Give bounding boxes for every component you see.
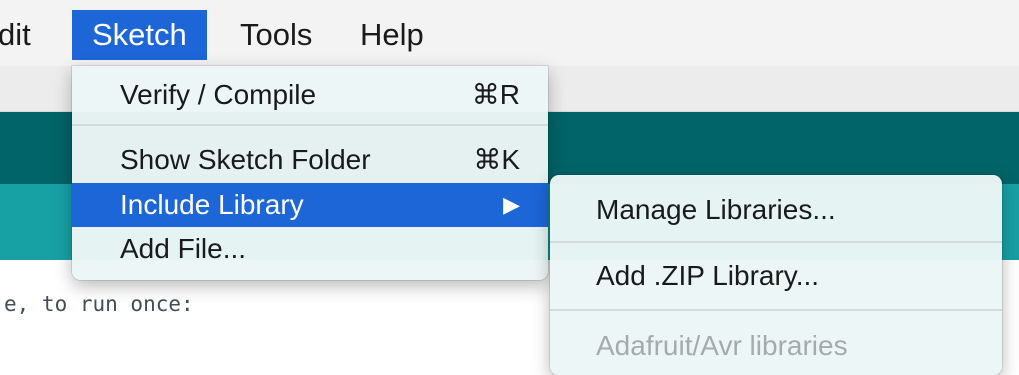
submenu-item-label: Add .ZIP Library... [596,260,820,291]
shortcut-label: ⌘R [471,79,520,110]
submenu-item-label: Adafruit/Avr libraries [596,330,848,361]
menu-help[interactable]: Help [360,10,424,60]
submenu-item-label: Manage Libraries... [596,194,836,225]
menu-item-label: Include Library [120,189,304,220]
menu-item-show-sketch-folder[interactable]: Show Sketch Folder ⌘K [72,137,548,183]
menu-item-label: Verify / Compile [120,79,317,110]
menu-separator [72,124,548,126]
menu-bar: dit Sketch Tools Help [0,0,1019,66]
menu-item-label: Show Sketch Folder [120,144,371,175]
menu-separator [550,309,1002,311]
menu-edit[interactable]: dit [0,10,31,60]
code-line: e, to run once: [4,292,194,316]
submenu-item-adafruit-avr-libraries: Adafruit/Avr libraries [550,319,1002,373]
submenu-item-manage-libraries[interactable]: Manage Libraries... [550,183,1002,237]
menu-item-include-library[interactable]: Include Library ▶ [72,183,548,227]
sketch-menu: Verify / Compile ⌘R Show Sketch Folder ⌘… [72,66,548,280]
submenu-item-add-zip-library[interactable]: Add .ZIP Library... [550,249,1002,303]
menu-sketch[interactable]: Sketch [72,10,207,60]
shortcut-label: ⌘K [473,144,520,175]
menu-item-label: Add File... [120,233,247,264]
menu-item-verify-compile[interactable]: Verify / Compile ⌘R [72,72,548,118]
include-library-submenu: Manage Libraries... Add .ZIP Library... … [550,175,1002,375]
menu-item-add-file[interactable]: Add File... [72,227,548,271]
menu-tools[interactable]: Tools [240,10,312,60]
menu-separator [550,241,1002,243]
submenu-arrow-icon: ▶ [503,192,520,217]
